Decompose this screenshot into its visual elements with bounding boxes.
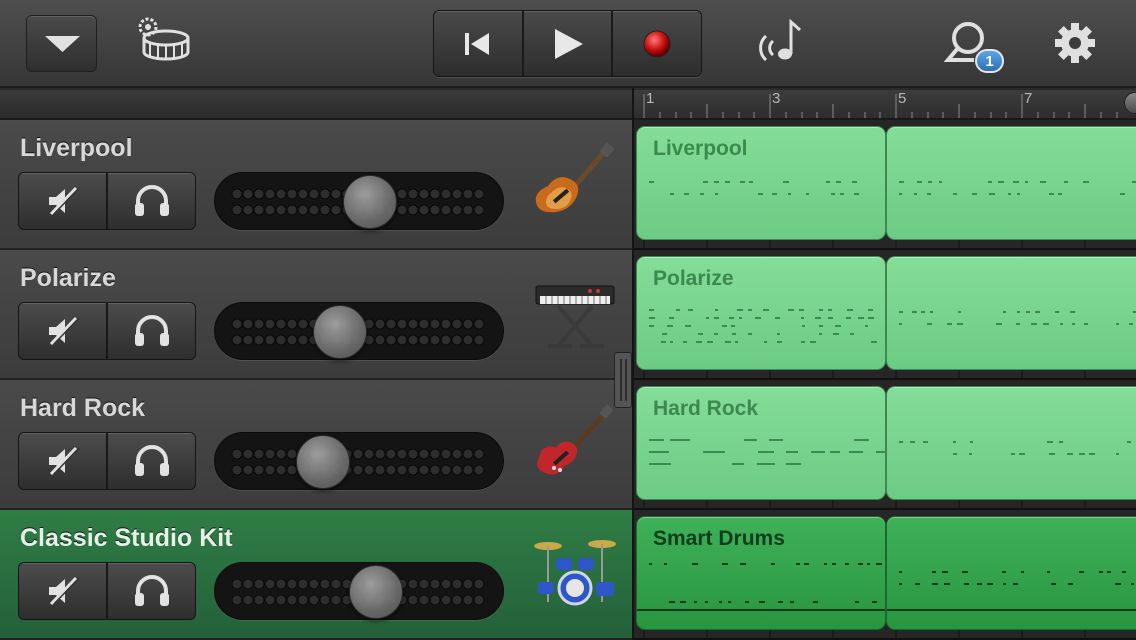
headphones-icon [134, 185, 169, 216]
region-name: Liverpool [653, 137, 748, 160]
mute-button[interactable] [19, 173, 108, 229]
volume-knob[interactable] [343, 175, 398, 229]
region[interactable]: Polarize [636, 256, 886, 370]
ruler-mark-1: 1 [646, 90, 655, 107]
ruler-mark-3: 3 [772, 90, 781, 107]
track-name: Polarize [20, 264, 116, 292]
volume-knob[interactable] [312, 305, 367, 359]
solo-button[interactable] [108, 173, 195, 229]
mute-icon [48, 576, 80, 606]
solo-button[interactable] [108, 303, 195, 359]
ruler-mark-7: 7 [1024, 90, 1033, 107]
track-header[interactable]: Hard Rock [0, 380, 632, 510]
transport-controls [433, 10, 702, 77]
region[interactable]: Smart Drums [636, 516, 886, 630]
track-header[interactable]: Polarize [0, 250, 632, 380]
headphones-icon [134, 575, 169, 606]
region-name: Hard Rock [653, 397, 759, 420]
volume-knob[interactable] [296, 435, 351, 489]
region-notes [899, 181, 1136, 195]
volume-slider[interactable] [214, 562, 504, 620]
mute-solo-group [18, 432, 196, 490]
solo-button[interactable] [108, 563, 195, 619]
ruler-mark-5: 5 [898, 90, 907, 107]
ruler-ticks [643, 94, 1118, 118]
region[interactable] [886, 126, 1136, 240]
mute-button[interactable] [19, 433, 108, 489]
timeline-ruler[interactable]: 1 3 5 7 [634, 90, 1136, 120]
solo-button[interactable] [108, 433, 195, 489]
region[interactable] [886, 386, 1136, 500]
region-name: Smart Drums [653, 527, 785, 550]
region[interactable] [886, 516, 1136, 630]
region[interactable]: Liverpool [636, 126, 886, 240]
track-name: Classic Studio Kit [20, 524, 233, 552]
track-menu-button[interactable] [26, 15, 97, 72]
play-icon [554, 28, 583, 59]
header-resize-handle[interactable] [614, 352, 632, 408]
track-lane[interactable]: Liverpool [634, 120, 1136, 250]
tracks-divider [632, 88, 634, 640]
mute-button[interactable] [19, 563, 108, 619]
gear-icon[interactable] [1054, 22, 1096, 64]
volume-slider[interactable] [214, 302, 504, 360]
mute-icon [48, 186, 80, 216]
mute-icon [48, 446, 80, 476]
mute-button[interactable] [19, 303, 108, 359]
headphones-icon [134, 315, 169, 346]
track-lane[interactable]: Hard Rock [634, 380, 1136, 510]
volume-slider[interactable] [214, 432, 504, 490]
loops-badge: 1 [975, 49, 1004, 73]
track-header[interactable]: Liverpool [0, 120, 632, 250]
region[interactable] [886, 256, 1136, 370]
mute-solo-group [18, 302, 196, 360]
volume-track-dots [231, 448, 485, 476]
mute-icon [48, 316, 80, 346]
record-icon [643, 30, 671, 57]
drum-kit-icon[interactable] [530, 532, 620, 618]
keyboard-synth-icon[interactable] [530, 272, 620, 358]
drum-settings-icon[interactable] [132, 14, 194, 64]
volume-slider[interactable] [214, 172, 504, 230]
mute-solo-group [18, 172, 196, 230]
region[interactable]: Hard Rock [636, 386, 886, 500]
track-name: Hard Rock [20, 394, 146, 422]
toolbar: 1 [0, 0, 1136, 88]
play-button[interactable] [523, 11, 614, 76]
region-notes [887, 571, 1136, 611]
mute-solo-group [18, 562, 196, 620]
region-notes [899, 441, 1131, 455]
track-lane[interactable]: Polarize [634, 250, 1136, 380]
region-notes [899, 311, 1136, 325]
track-lane[interactable]: Smart Drums [634, 510, 1136, 640]
chevron-down-icon [45, 36, 80, 52]
headphones-icon [134, 445, 169, 476]
record-button[interactable] [613, 11, 701, 76]
go-to-beginning-button[interactable] [434, 11, 524, 76]
track-header-strip [0, 90, 632, 120]
region-name: Polarize [653, 267, 734, 290]
go-to-beginning-icon [464, 32, 489, 55]
volume-knob[interactable] [349, 565, 404, 619]
smart-controls-icon[interactable] [752, 18, 804, 66]
track-header[interactable]: Classic Studio Kit [0, 510, 632, 640]
bass-guitar-icon[interactable] [530, 142, 620, 228]
electric-guitar-icon[interactable] [530, 402, 620, 488]
track-name: Liverpool [20, 134, 133, 162]
